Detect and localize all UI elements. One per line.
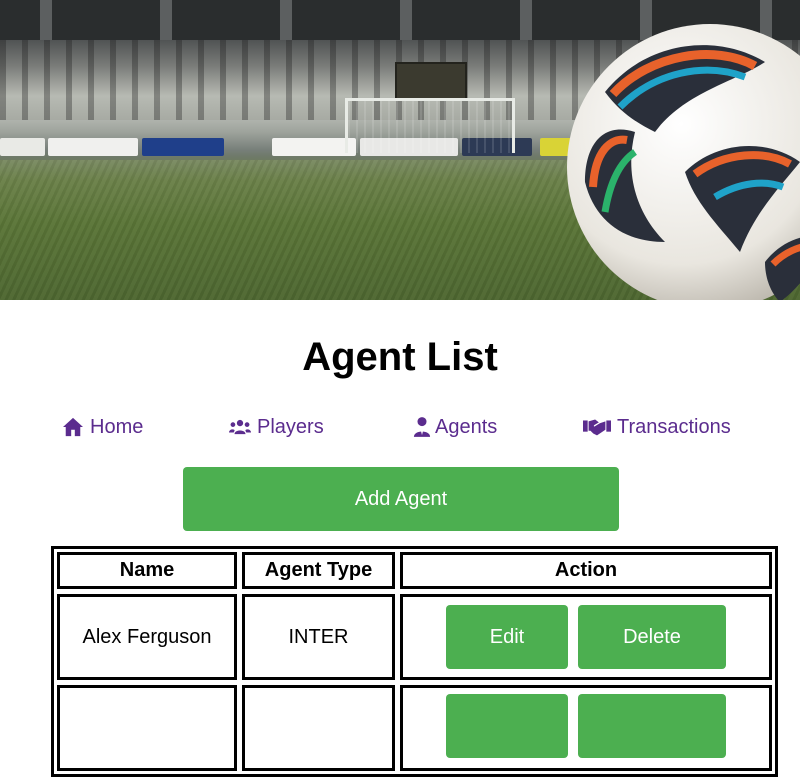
user-tie-icon bbox=[413, 417, 431, 437]
edit-button[interactable]: Edit bbox=[446, 605, 568, 669]
cell-agent-type bbox=[242, 685, 395, 771]
goal-net bbox=[345, 98, 515, 153]
delete-button[interactable] bbox=[578, 693, 726, 758]
delete-button[interactable]: Delete bbox=[578, 605, 726, 669]
nav-agents-link[interactable]: Agents bbox=[413, 412, 497, 442]
hero-stadium-image bbox=[0, 0, 800, 300]
cell-actions: Edit Delete bbox=[400, 594, 772, 680]
nav-home-link[interactable]: Home bbox=[62, 412, 143, 442]
page-title: Agent List bbox=[302, 335, 498, 379]
cell-actions bbox=[400, 685, 772, 771]
nav-agents-label: Agents bbox=[435, 415, 498, 438]
nav-transactions-label: Transactions bbox=[617, 415, 731, 438]
main-nav: Home Players Agents Transactions bbox=[0, 412, 800, 442]
table-row: Alex Ferguson INTER Edit Delete bbox=[57, 594, 772, 680]
cell-agent-name: Alex Ferguson bbox=[57, 594, 237, 680]
column-header-agent-type: Agent Type bbox=[242, 552, 395, 589]
table-row bbox=[57, 685, 772, 771]
edit-button[interactable] bbox=[446, 693, 568, 758]
table-header-row: Name Agent Type Action bbox=[57, 552, 772, 589]
nav-players-label: Players bbox=[257, 415, 324, 438]
agent-table: Name Agent Type Action Alex Ferguson INT… bbox=[51, 546, 778, 777]
soccer-ball bbox=[567, 24, 800, 300]
column-header-action: Action bbox=[400, 552, 772, 589]
nav-transactions-link[interactable]: Transactions bbox=[583, 412, 731, 442]
nav-players-link[interactable]: Players bbox=[229, 412, 324, 442]
users-icon bbox=[229, 419, 251, 435]
stadium-scoreboard bbox=[395, 62, 467, 100]
add-agent-button[interactable]: Add Agent bbox=[183, 467, 619, 531]
cell-agent-name bbox=[57, 685, 237, 771]
column-header-name: Name bbox=[57, 552, 237, 589]
handshake-icon bbox=[583, 419, 611, 436]
ad-board bbox=[0, 138, 45, 156]
home-icon bbox=[63, 417, 83, 437]
ad-board bbox=[48, 138, 138, 156]
nav-home-label: Home bbox=[90, 415, 144, 438]
ad-board bbox=[142, 138, 224, 156]
ad-board bbox=[272, 138, 356, 156]
cell-agent-type: INTER bbox=[242, 594, 395, 680]
